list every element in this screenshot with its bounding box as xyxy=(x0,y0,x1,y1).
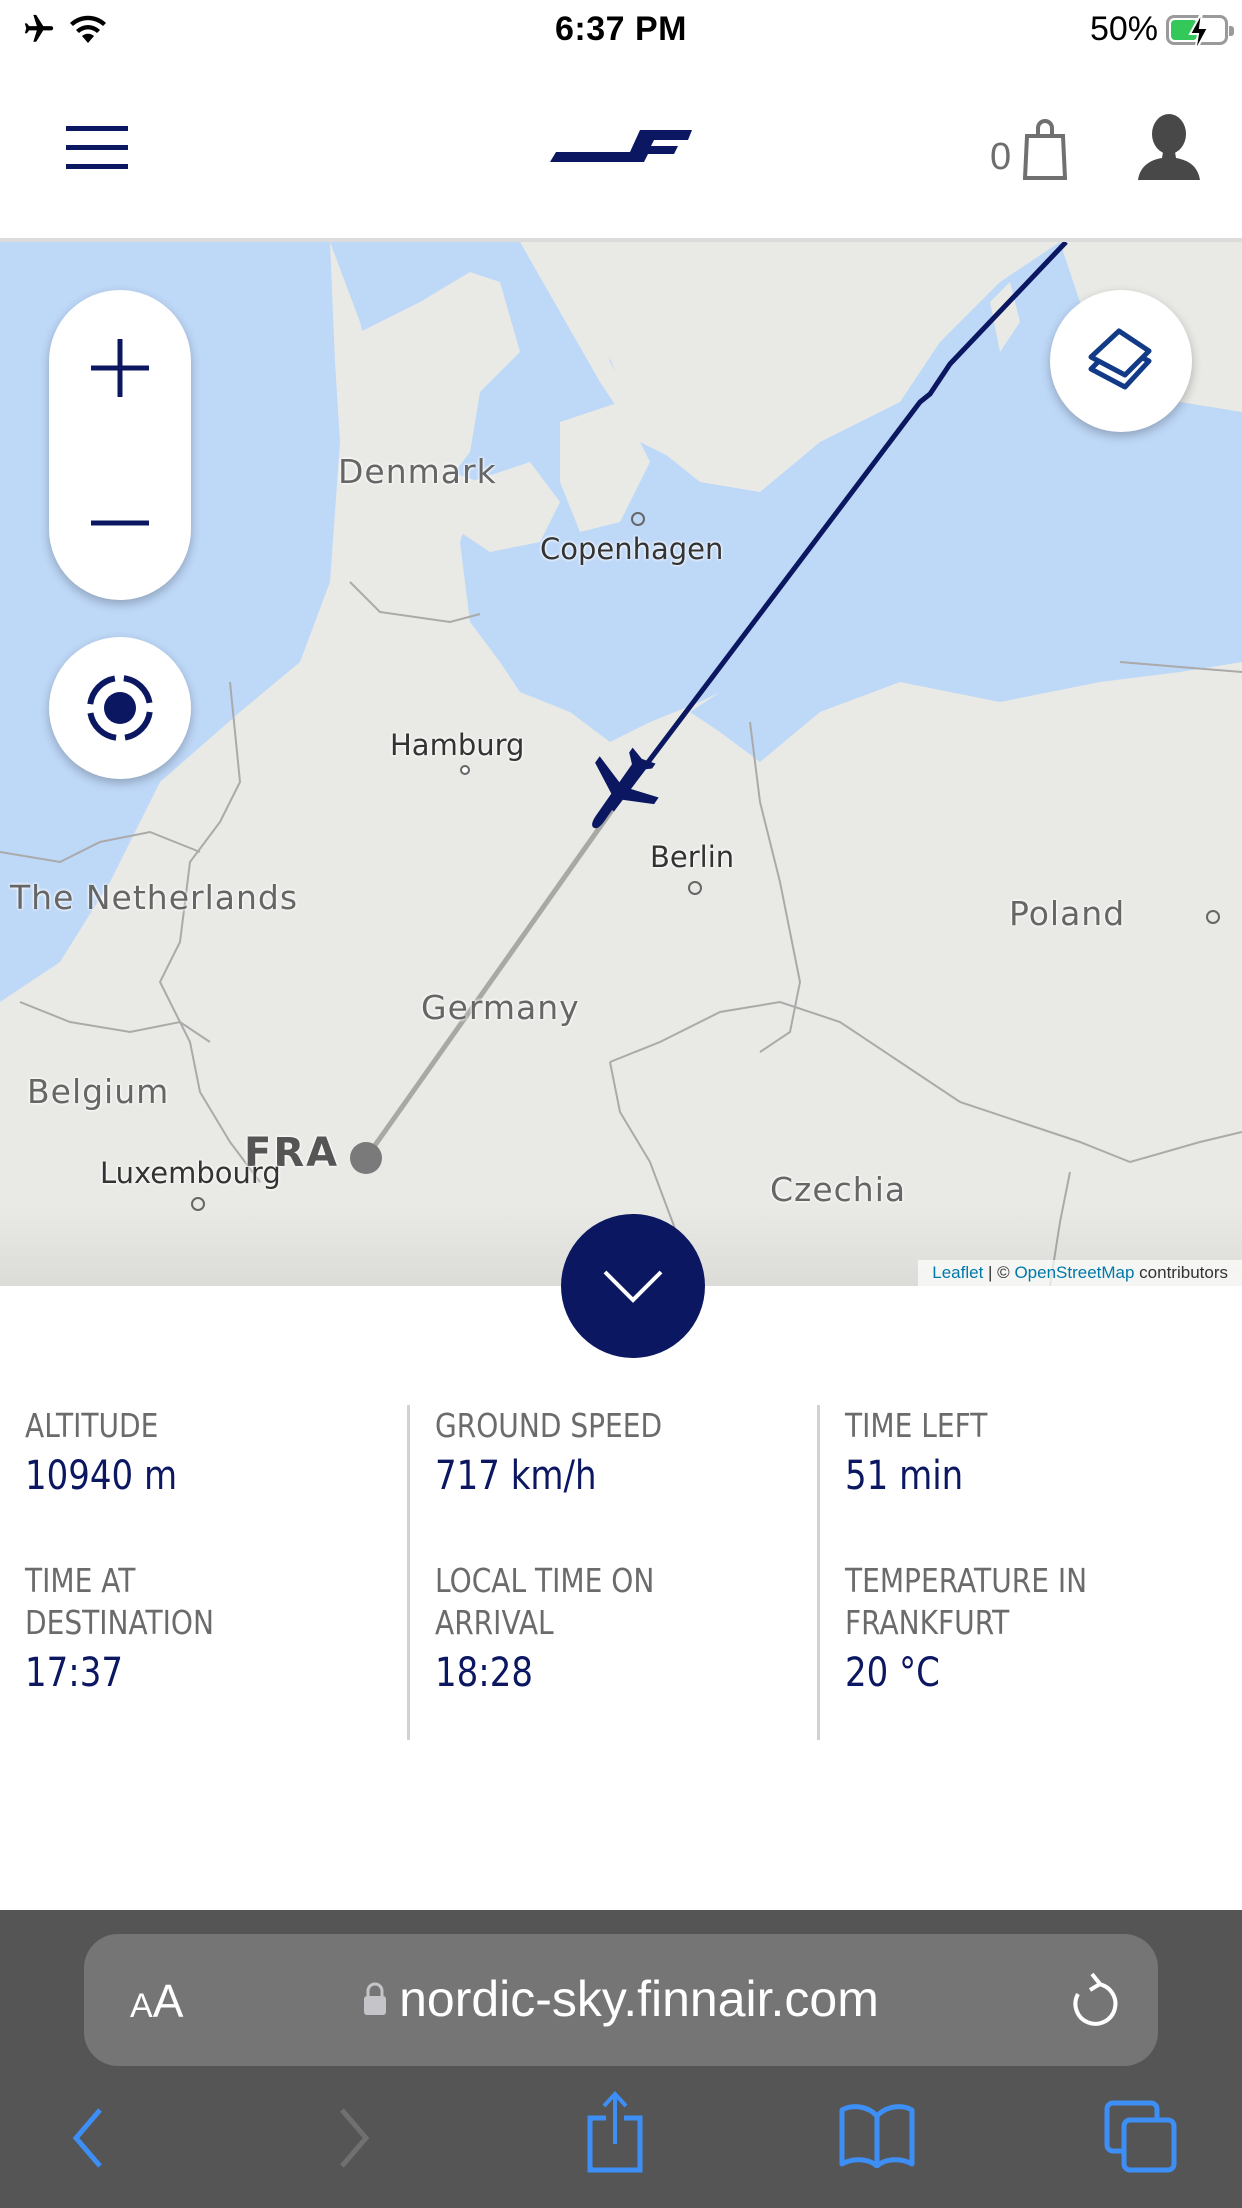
stat-time-left: TIME LEFT 51 min xyxy=(817,1405,1227,1561)
stat-temperature-destination: TEMPERATURE IN FRANKFURT 20 °C xyxy=(817,1560,1227,1740)
zoom-in-button[interactable] xyxy=(49,290,191,445)
destination-marker xyxy=(350,1142,382,1174)
tabs-icon[interactable] xyxy=(1104,2100,1178,2179)
zoom-control xyxy=(49,290,191,600)
layers-button[interactable] xyxy=(1050,290,1192,432)
url-text: nordic-sky.finnair.com xyxy=(399,1971,879,2027)
battery-charging-icon xyxy=(1166,11,1234,52)
status-time: 6:37 PM xyxy=(555,10,687,48)
address-bar[interactable]: AA nordic-sky.finnair.com xyxy=(84,1934,1158,2066)
remaining-path xyxy=(363,808,615,1160)
user-profile-icon[interactable] xyxy=(1136,114,1202,185)
plus-icon xyxy=(91,338,149,397)
stat-ground-speed: GROUND SPEED 717 km/h xyxy=(407,1405,817,1561)
label-czechia: Czechia xyxy=(770,1170,907,1209)
lock-icon xyxy=(363,1970,387,2028)
stat-altitude: ALTITUDE 10940 m xyxy=(25,1406,178,1499)
zoom-out-button[interactable] xyxy=(49,445,191,600)
battery-percent: 50% xyxy=(1089,10,1158,48)
flight-map[interactable]: Denmark Copenhagen Hamburg Berlin The Ne… xyxy=(0,242,1242,1286)
label-germany: Germany xyxy=(421,988,580,1027)
status-bar: 6:37 PM 50% xyxy=(0,0,1242,62)
locate-button[interactable] xyxy=(49,637,191,779)
flown-path xyxy=(610,242,1068,812)
label-poland: Poland xyxy=(1009,894,1126,933)
label-berlin: Berlin xyxy=(650,840,735,874)
stat-local-time-arrival: LOCAL TIME ON ARRIVAL 18:28 xyxy=(407,1560,817,1740)
locate-target-icon xyxy=(87,675,153,741)
reload-icon[interactable] xyxy=(1068,1970,1120,2035)
label-netherlands: The Netherlands xyxy=(10,878,299,917)
site-header: 0 xyxy=(0,62,1242,242)
label-denmark: Denmark xyxy=(338,452,497,491)
cart-count: 0 xyxy=(990,136,1012,178)
hamburger-menu-icon[interactable] xyxy=(66,126,128,170)
openstreetmap-link[interactable]: OpenStreetMap xyxy=(1014,1263,1134,1282)
browser-chrome: AA nordic-sky.finnair.com xyxy=(0,1910,1242,2208)
minus-icon xyxy=(91,520,149,525)
layers-icon xyxy=(1088,328,1152,390)
share-icon[interactable] xyxy=(584,2090,646,2179)
label-hamburg: Hamburg xyxy=(390,728,525,762)
finnair-logo[interactable] xyxy=(548,128,692,169)
leaflet-link[interactable]: Leaflet xyxy=(932,1263,983,1282)
map-attribution: Leaflet | © OpenStreetMap contributors xyxy=(918,1260,1242,1286)
cart-button[interactable]: 0 xyxy=(990,116,1068,182)
forward-icon[interactable] xyxy=(334,2106,374,2175)
browser-toolbar xyxy=(0,2091,1242,2196)
back-icon[interactable] xyxy=(68,2106,108,2175)
label-luxembourg: Luxembourg xyxy=(100,1156,281,1190)
shopping-bag-icon xyxy=(1023,119,1068,180)
stat-time-at-destination: TIME AT DESTINATION 17:37 xyxy=(25,1561,215,1696)
bookmarks-icon[interactable] xyxy=(838,2102,916,2173)
chevron-down-icon xyxy=(603,1270,663,1303)
label-copenhagen: Copenhagen xyxy=(540,532,724,566)
collapse-map-button[interactable] xyxy=(561,1214,705,1358)
label-belgium: Belgium xyxy=(27,1072,170,1111)
